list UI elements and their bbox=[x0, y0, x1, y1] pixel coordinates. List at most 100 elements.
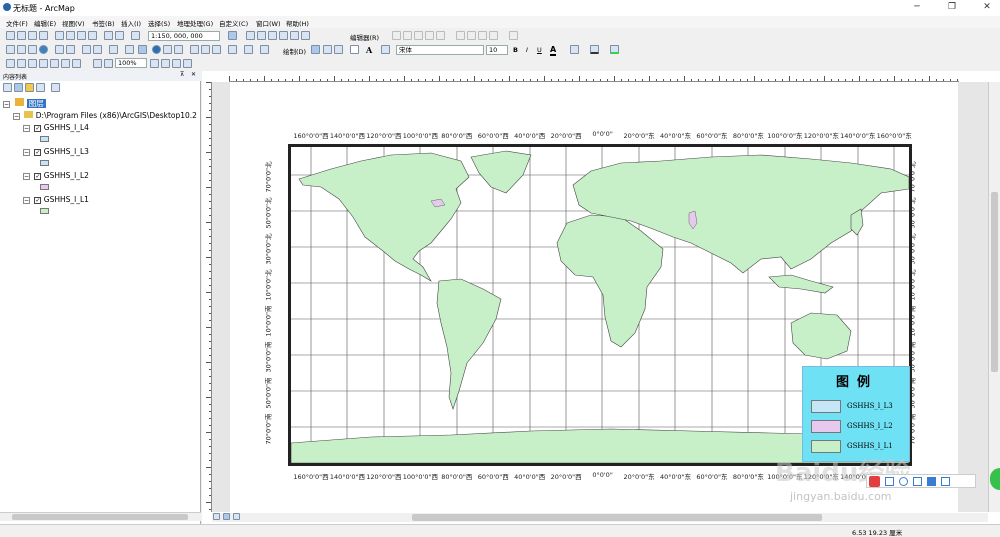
line-color-icon[interactable] bbox=[590, 45, 599, 54]
delete-icon[interactable] bbox=[88, 31, 97, 40]
ime-keyboard-icon[interactable] bbox=[941, 477, 950, 486]
ime-emoji-icon[interactable] bbox=[913, 477, 922, 486]
menu-customize[interactable]: 自定义(C) bbox=[219, 18, 248, 28]
layout-back-icon[interactable] bbox=[93, 59, 102, 68]
measure-icon[interactable] bbox=[228, 45, 237, 54]
underline-button[interactable]: U bbox=[537, 46, 542, 54]
edit-tool-icon[interactable] bbox=[392, 31, 401, 40]
layout-view-icon[interactable] bbox=[223, 513, 230, 520]
fixed-zoom-out-icon[interactable] bbox=[66, 45, 75, 54]
toc-close-icon[interactable]: ✕ bbox=[191, 71, 196, 78]
toc-horizontal-scrollbar[interactable] bbox=[0, 512, 201, 521]
clear-selection-icon[interactable] bbox=[125, 45, 134, 54]
create-features-icon[interactable] bbox=[509, 31, 518, 40]
goto-xy-icon[interactable] bbox=[212, 45, 221, 54]
full-extent-icon[interactable] bbox=[39, 45, 48, 54]
collapse-icon[interactable]: − bbox=[3, 101, 10, 108]
redo-icon[interactable] bbox=[115, 31, 124, 40]
draw-menu[interactable]: 绘制(D) bbox=[283, 46, 306, 56]
html-popup-icon[interactable] bbox=[174, 45, 183, 54]
bold-button[interactable]: B bbox=[513, 46, 518, 54]
collapse-icon[interactable]: − bbox=[23, 197, 30, 204]
collapse-icon[interactable]: − bbox=[23, 173, 30, 180]
minimize-button[interactable]: ─ bbox=[910, 2, 924, 12]
identify-icon[interactable] bbox=[152, 45, 161, 54]
scale-select[interactable]: 1:150, 000, 000 bbox=[148, 31, 220, 41]
fill-color-icon[interactable] bbox=[570, 45, 579, 54]
maximize-button[interactable]: ❐ bbox=[945, 2, 959, 12]
editor-menu[interactable]: 编辑器(R) bbox=[350, 32, 379, 42]
fixed-zoom-in-icon[interactable] bbox=[55, 45, 64, 54]
menu-view[interactable]: 视图(V) bbox=[62, 18, 85, 28]
layer-row-l4[interactable]: − ✓ GSHHS_l_L4 bbox=[23, 123, 89, 132]
print-icon[interactable] bbox=[39, 31, 48, 40]
marker-color-icon[interactable] bbox=[610, 45, 619, 54]
add-data-icon[interactable] bbox=[131, 31, 140, 40]
new-icon[interactable] bbox=[6, 31, 15, 40]
layout-fixed-out-icon[interactable] bbox=[61, 59, 70, 68]
ime-punct-icon[interactable] bbox=[899, 477, 908, 486]
model-builder-icon[interactable] bbox=[301, 31, 310, 40]
list-by-visibility-icon[interactable] bbox=[25, 83, 34, 92]
python-icon[interactable] bbox=[290, 31, 299, 40]
viewer-window-icon[interactable] bbox=[260, 45, 269, 54]
ime-voice-icon[interactable] bbox=[927, 477, 936, 486]
layer-row-l3[interactable]: − ✓ GSHHS_l_L3 bbox=[23, 147, 89, 156]
sketch-properties-icon[interactable] bbox=[489, 31, 498, 40]
sogou-ime-icon[interactable] bbox=[869, 476, 880, 487]
undo-icon[interactable] bbox=[104, 31, 113, 40]
layout-forward-icon[interactable] bbox=[104, 59, 113, 68]
zoom-whole-page-icon[interactable] bbox=[334, 45, 343, 54]
save-icon[interactable] bbox=[28, 31, 37, 40]
pan-icon[interactable] bbox=[28, 45, 37, 54]
list-by-selection-icon[interactable] bbox=[36, 83, 45, 92]
data-driven-pages-icon[interactable] bbox=[183, 59, 192, 68]
source-folder-row[interactable]: − D:\Program Files (x86)\ArcGIS\Desktop1… bbox=[13, 111, 197, 120]
select-elements-icon[interactable] bbox=[138, 45, 147, 54]
scrollbar-thumb[interactable] bbox=[12, 514, 188, 520]
edit-vertices-icon[interactable] bbox=[381, 45, 390, 54]
find-icon[interactable] bbox=[190, 45, 199, 54]
layout-whole-page-icon[interactable] bbox=[72, 59, 81, 68]
layout-fixed-in-icon[interactable] bbox=[50, 59, 59, 68]
pin-icon[interactable]: ⊼ bbox=[180, 71, 184, 78]
vertical-scrollbar[interactable] bbox=[988, 82, 1000, 512]
layout-pan-icon[interactable] bbox=[28, 59, 37, 68]
collapse-icon[interactable]: − bbox=[23, 125, 30, 132]
rotate-icon[interactable] bbox=[467, 31, 476, 40]
point-icon[interactable] bbox=[436, 31, 445, 40]
close-button[interactable]: ✕ bbox=[980, 2, 994, 12]
list-by-drawing-order-icon[interactable] bbox=[3, 83, 12, 92]
menu-geoprocessing[interactable]: 地理处理(G) bbox=[177, 18, 213, 28]
layer-symbol-swatch[interactable] bbox=[40, 160, 49, 166]
arctoolbox-icon[interactable] bbox=[279, 31, 288, 40]
select-features-icon[interactable] bbox=[109, 45, 118, 54]
change-layout-icon[interactable] bbox=[172, 59, 181, 68]
layers-group-row[interactable]: − 图层 bbox=[3, 98, 46, 109]
back-icon[interactable] bbox=[82, 45, 91, 54]
toggle-draft-mode-icon[interactable] bbox=[150, 59, 159, 68]
split-icon[interactable] bbox=[456, 31, 465, 40]
list-by-source-icon[interactable] bbox=[14, 83, 23, 92]
hyperlink-icon[interactable] bbox=[163, 45, 172, 54]
layer-visibility-checkbox[interactable]: ✓ bbox=[34, 149, 42, 156]
text-tool-icon[interactable]: A bbox=[366, 45, 372, 55]
layer-visibility-checkbox[interactable]: ✓ bbox=[34, 125, 42, 132]
collapse-icon[interactable]: − bbox=[13, 113, 20, 120]
menu-file[interactable]: 文件(F) bbox=[6, 18, 28, 28]
font-name-select[interactable]: 宋体 bbox=[396, 45, 484, 55]
font-size-select[interactable]: 10 bbox=[486, 45, 508, 55]
search-icon[interactable] bbox=[268, 31, 277, 40]
layer-symbol-swatch[interactable] bbox=[40, 136, 49, 142]
layer-visibility-checkbox[interactable]: ✓ bbox=[34, 197, 42, 204]
edit-annotation-icon[interactable] bbox=[403, 31, 412, 40]
menu-selection[interactable]: 选择(S) bbox=[148, 18, 170, 28]
straight-segment-icon[interactable] bbox=[414, 31, 423, 40]
horizontal-scrollbar[interactable] bbox=[242, 513, 988, 522]
forward-icon[interactable] bbox=[93, 45, 102, 54]
zoom-in-icon[interactable] bbox=[6, 45, 15, 54]
layout-zoom-in-icon[interactable] bbox=[6, 59, 15, 68]
ime-toolbar[interactable] bbox=[866, 474, 976, 488]
rotate-element-icon[interactable] bbox=[323, 45, 332, 54]
data-view-icon[interactable] bbox=[213, 513, 220, 520]
